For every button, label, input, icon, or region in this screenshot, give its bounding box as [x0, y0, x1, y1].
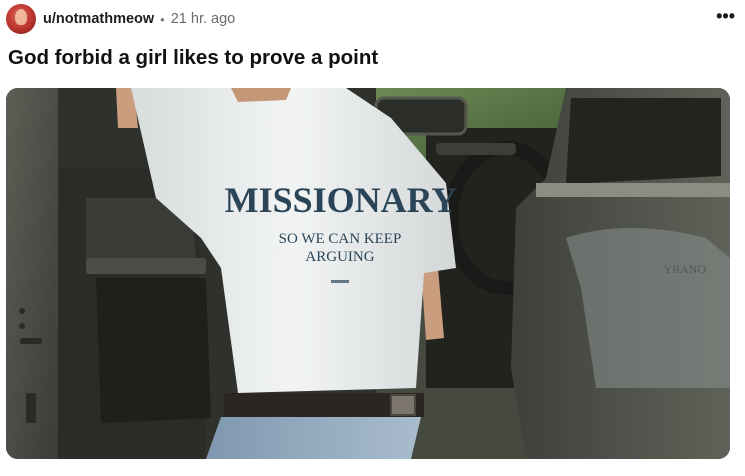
timestamp: 21 hr. ago — [170, 11, 236, 27]
more-horizontal-icon[interactable]: ••• — [716, 7, 735, 27]
shirt-headline: MISSIONARY — [225, 180, 458, 220]
username-link[interactable]: u/notmathmeow — [43, 11, 154, 27]
separator-dot: • — [160, 11, 165, 27]
photo-scene: YЯANO MISSIONARY SO WE CAN KEEP ARGUING — [6, 88, 730, 459]
avatar[interactable] — [6, 4, 36, 34]
door-reflection-text: YЯANO — [663, 262, 706, 276]
shirt-line-2: ARGUING — [305, 249, 374, 265]
post-title: God forbid a girl likes to prove a point — [8, 46, 379, 69]
shirt-line-1: SO WE CAN KEEP — [279, 231, 402, 247]
post-header: u/notmathmeow • 21 hr. ago ••• — [6, 4, 735, 34]
post-image[interactable]: YЯANO MISSIONARY SO WE CAN KEEP ARGUING — [6, 88, 730, 459]
